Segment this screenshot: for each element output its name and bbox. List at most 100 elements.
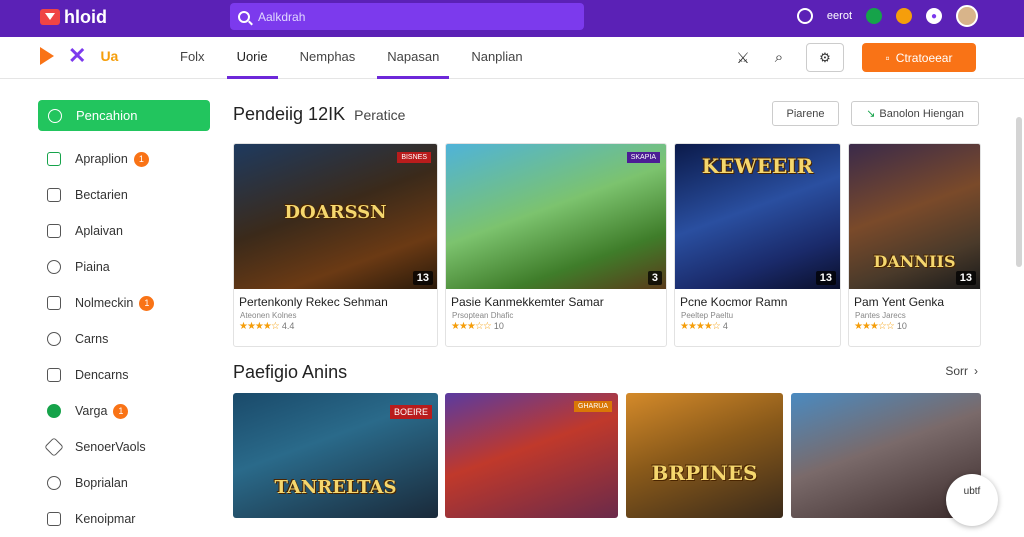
message-icon[interactable]: ●: [926, 8, 942, 24]
count-badge: 1: [139, 295, 155, 311]
top-right-tools: eerot ●: [796, 5, 978, 27]
rating-stars: ★★★☆☆ 10: [451, 321, 504, 332]
floating-action-button[interactable]: ubtf: [946, 474, 998, 526]
app-icon: [47, 152, 61, 166]
thumbnail-title: BRPINES: [651, 461, 758, 485]
sidebar-item-label: Varga: [75, 404, 108, 418]
refresh-icon[interactable]: [796, 8, 813, 24]
nav-logo[interactable]: ✕ Ua: [40, 45, 119, 67]
card-title: Pasie Kanmekkemter Samar: [451, 295, 604, 309]
window-icon: [47, 296, 61, 310]
logo-text: Ua: [100, 48, 119, 64]
sidebar-item-apraplion[interactable]: Apraplion 1: [38, 141, 210, 177]
search-icon[interactable]: ⌕: [770, 49, 788, 67]
create-button-label: Ctratoeear: [895, 50, 953, 65]
briefcase-icon: [47, 188, 61, 202]
settings-button[interactable]: ⚙: [806, 43, 844, 72]
game-thumbnail: SKAPIA 3: [446, 144, 666, 289]
game-card[interactable]: BOEIRE TANRELTAS: [233, 393, 438, 518]
game-card[interactable]: GHARUA: [445, 393, 618, 518]
document-icon: ▫: [885, 50, 890, 65]
search-input[interactable]: [258, 9, 558, 24]
top-bar: hloid eerot ●: [0, 0, 1024, 37]
rating-stars: ★★★★☆ 4.4: [239, 321, 295, 332]
sidebar-item-aplaivan[interactable]: Aplaivan: [38, 213, 210, 249]
search-icon: [238, 10, 250, 23]
filter-button[interactable]: Piarene: [772, 101, 839, 126]
sidebar-item-piaina[interactable]: Piaina: [38, 249, 210, 285]
chevron-right-icon: ›: [974, 364, 978, 378]
tag-icon: [44, 437, 64, 457]
ribbon-badge: GHARUA: [574, 401, 612, 412]
sidebar-item-senoervaols[interactable]: SenoerVaols: [38, 429, 210, 465]
thumbnail-title: KEWEEIR: [701, 154, 814, 178]
tab-uorie[interactable]: Uorie: [226, 37, 278, 79]
sidebar-item-label: Nolmeckin: [75, 296, 134, 310]
thumbnail-title: TANRELTAS: [274, 477, 397, 498]
count-badge: 1: [113, 403, 129, 419]
brand-name: hloid: [64, 6, 107, 27]
top-right-label[interactable]: eerot: [827, 10, 852, 22]
sidebar: Pencahion Apraplion 1 Bectarien Aplaivan…: [38, 100, 210, 537]
count-badge: 13: [955, 271, 976, 285]
ribbon-badge: SKAPIA: [626, 152, 660, 163]
square-icon: [47, 224, 61, 238]
tab-folx[interactable]: Folx: [170, 37, 215, 79]
rating-value: 4: [722, 321, 728, 331]
card-title: Pam Yent Genka: [854, 295, 945, 309]
sidebar-item-varga[interactable]: Varga 1: [38, 393, 210, 429]
game-card[interactable]: BISNES DOARSSN 13 Pertenkonly Rekec Sehm…: [233, 143, 438, 347]
section-title-popular: Paefigio Anins: [233, 362, 348, 382]
section-title-text: Pendeiig 12IK: [233, 104, 346, 124]
game-card[interactable]: DANNIIS 13 Pam Yent Genka Pantes Jarecs …: [848, 143, 981, 347]
people-icon: [47, 332, 61, 346]
sidebar-item-carns[interactable]: Carns: [38, 321, 210, 357]
search-bar[interactable]: [230, 3, 584, 30]
sidebar-item-label: Bectarien: [75, 188, 128, 202]
game-card[interactable]: BRPINES: [626, 393, 783, 518]
avatar[interactable]: [956, 5, 978, 27]
rating-value: 4.4: [281, 321, 295, 331]
sidebar-primary-button[interactable]: Pencahion: [38, 100, 210, 131]
toggle-icon: [47, 404, 61, 418]
sort-button[interactable]: ↘ Banolon Hiengan: [851, 101, 979, 126]
create-button[interactable]: ▫ Ctratoeear: [862, 43, 976, 72]
rating-stars: ★★★★☆ 4: [680, 321, 728, 332]
tab-napasan[interactable]: Napasan: [377, 37, 450, 79]
sidebar-item-label: Kenoipmar: [75, 512, 136, 526]
sidebar-item-nolmeckin[interactable]: Nolmeckin 1: [38, 285, 210, 321]
search-icon: [48, 108, 62, 123]
ribbon-badge: BOEIRE: [389, 405, 432, 419]
game-thumbnail: DANNIIS 13: [849, 144, 980, 289]
sidebar-item-label: Apraplion: [75, 152, 128, 166]
sort-button-label: Banolon Hiengan: [879, 107, 964, 120]
tab-nemphas[interactable]: Nemphas: [290, 37, 366, 79]
camera-icon: [47, 368, 61, 382]
tab-nanplian[interactable]: Nanplian: [461, 37, 532, 79]
game-controller-icon[interactable]: [866, 8, 882, 24]
notification-icon[interactable]: [896, 8, 912, 24]
rating-value: 10: [493, 321, 504, 331]
sidebar-item-label: Aplaivan: [75, 224, 123, 238]
rating-value: 10: [896, 321, 907, 331]
sidebar-item-dencarns[interactable]: Dencarns: [38, 357, 210, 393]
nav-tabs: Folx Uorie Nemphas Napasan Nanplian: [170, 37, 545, 79]
scrollbar[interactable]: [1016, 117, 1022, 267]
user-icon: [47, 260, 61, 274]
game-card[interactable]: KEWEEIR 13 Pcne Kocmor Ramn Peeltep Pael…: [674, 143, 841, 347]
sidebar-item-bectarien[interactable]: Bectarien: [38, 177, 210, 213]
play-arrow-icon: [40, 47, 54, 65]
game-card[interactable]: SKAPIA 3 Pasie Kanmekkemter Samar Prsopt…: [445, 143, 667, 347]
thumbnail-title: DANNIIS: [873, 252, 956, 271]
card-title: Pcne Kocmor Ramn: [680, 295, 788, 309]
tools-icon[interactable]: ⚔: [734, 49, 752, 67]
card-meta: Ateonen Kolnes: [240, 311, 297, 320]
count-badge: 13: [412, 271, 433, 285]
sidebar-primary-label: Pencahion: [76, 108, 138, 123]
count-badge: 13: [815, 271, 836, 285]
sidebar-item-boprialan[interactable]: Boprialan: [38, 465, 210, 501]
game-thumbnail: BISNES DOARSSN 13: [234, 144, 437, 289]
sidebar-item-kenoipmar[interactable]: Kenoipmar: [38, 501, 210, 537]
see-more-link[interactable]: Sorr ›: [945, 364, 978, 378]
brand-logo[interactable]: hloid: [40, 6, 107, 28]
